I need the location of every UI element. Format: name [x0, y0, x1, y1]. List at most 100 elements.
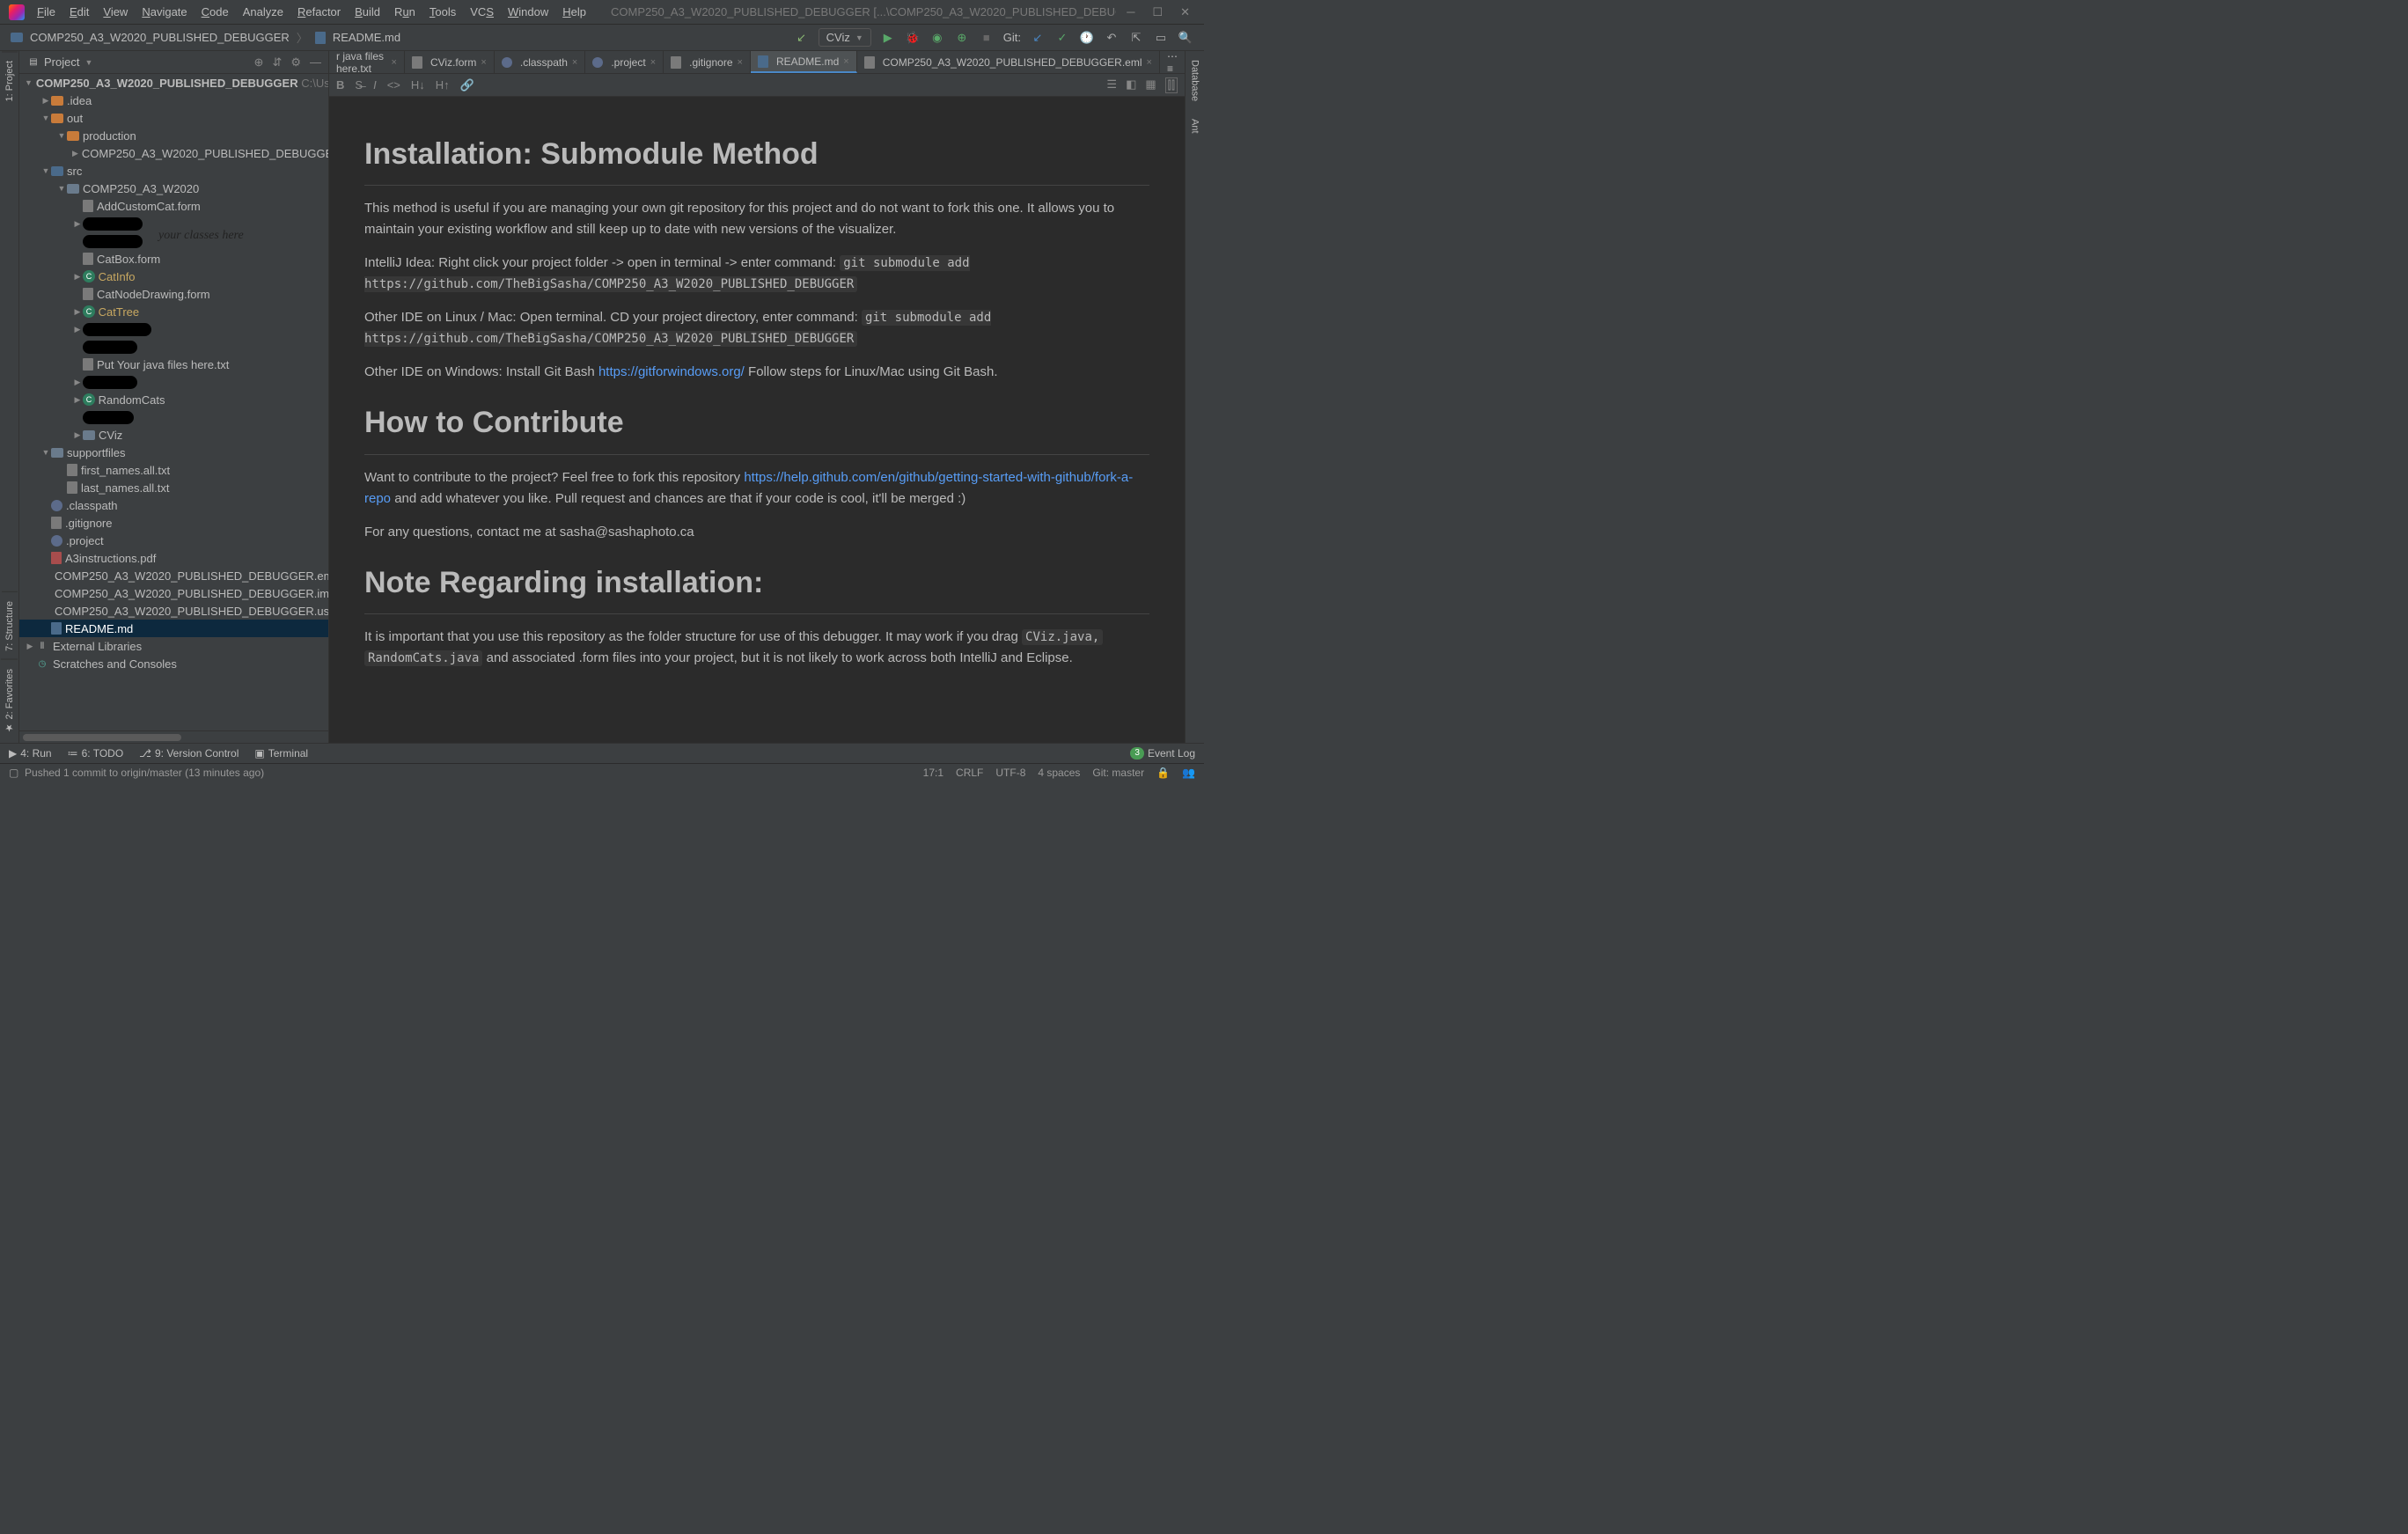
tree-item[interactable]: production [83, 129, 136, 143]
tree-item[interactable]: COMP250_A3_W2020_PUBLISHED_DEBUGGER.user… [55, 605, 328, 618]
breadcrumb-file[interactable]: README.md [310, 29, 406, 46]
editor-tab[interactable]: CViz.form× [405, 51, 495, 73]
git-branch[interactable]: Git: master [1092, 767, 1144, 779]
menu-navigate[interactable]: Navigate [135, 3, 194, 21]
tree-item[interactable]: src [67, 165, 82, 178]
close-tab-icon[interactable]: × [650, 57, 656, 68]
tool-todo-button[interactable]: ≔ 6: TODO [68, 747, 124, 760]
heading-inc-button[interactable]: H↑ [436, 78, 450, 92]
file-encoding[interactable]: UTF-8 [995, 767, 1025, 779]
tree-item[interactable]: CatBox.form [97, 253, 160, 266]
tree-item[interactable]: COMP250_A3_W2020_PUBLISHED_DEBUGGER [82, 147, 328, 160]
debug-icon[interactable]: 🐞 [905, 30, 921, 46]
vcs-update-icon[interactable]: ↙ [794, 30, 810, 46]
chevron-down-icon[interactable]: ▼ [84, 58, 92, 67]
git-rollback-icon[interactable]: ↶ [1104, 30, 1120, 46]
editor-tab-active[interactable]: README.md× [751, 51, 857, 73]
menu-build[interactable]: Build [348, 3, 387, 21]
preview-only-icon[interactable]: ▦ [1145, 77, 1156, 93]
close-tab-icon[interactable]: × [481, 57, 486, 68]
stop-icon[interactable]: ■ [979, 30, 995, 46]
editor-tab[interactable]: .gitignore× [664, 51, 751, 73]
tree-item[interactable]: COMP250_A3_W2020_PUBLISHED_DEBUGGER.eml [55, 569, 328, 583]
tree-item[interactable]: RandomCats [99, 393, 165, 407]
italic-button[interactable]: I [373, 78, 377, 92]
tool-vcs-button[interactable]: ⎇ 9: Version Control [139, 747, 239, 760]
tree-item[interactable]: .idea [67, 94, 92, 107]
view-mode-icon[interactable]: ⫿⫿ [1165, 77, 1178, 93]
tree-item[interactable]: .project [66, 534, 104, 547]
editor-only-icon[interactable]: ☰ [1106, 77, 1117, 93]
link-button[interactable]: 🔗 [460, 78, 474, 92]
close-icon[interactable]: ✕ [1180, 5, 1190, 19]
line-separator[interactable]: CRLF [956, 767, 983, 779]
link[interactable]: https://gitforwindows.org/ [598, 364, 745, 379]
heading-dec-button[interactable]: H↓ [411, 78, 425, 92]
menu-window[interactable]: Window [501, 3, 555, 21]
menu-tools[interactable]: Tools [422, 3, 463, 21]
caret-position[interactable]: 17:1 [923, 767, 943, 779]
event-log-button[interactable]: 3 Event Log [1130, 747, 1195, 760]
tree-item[interactable]: first_names.all.txt [81, 464, 170, 477]
tree-item[interactable]: COMP250_A3_W2020_PUBLISHED_DEBUGGER.iml [55, 587, 328, 600]
tree-item[interactable]: A3instructions.pdf [65, 552, 156, 565]
bold-button[interactable]: B [336, 78, 344, 92]
menu-help[interactable]: Help [555, 3, 593, 21]
close-tab-icon[interactable]: × [572, 57, 577, 68]
project-view-label[interactable]: Project [44, 55, 79, 69]
hide-icon[interactable]: — [310, 55, 321, 70]
close-tab-icon[interactable]: × [738, 57, 743, 68]
git-push-icon[interactable]: ⇱ [1128, 30, 1144, 46]
code-button[interactable]: <> [387, 78, 400, 92]
tree-item[interactable]: last_names.all.txt [81, 481, 169, 495]
editor-tab[interactable]: .project× [585, 51, 664, 73]
git-commit-icon[interactable]: ✓ [1054, 30, 1070, 46]
tree-item[interactable]: Put Your java files here.txt [97, 358, 229, 371]
toolwindow-toggle-icon[interactable]: ▢ [9, 767, 18, 779]
tool-structure-tab[interactable]: 7: Structure [2, 591, 18, 660]
tree-item[interactable]: CViz [99, 429, 122, 442]
editor-tab[interactable]: r java files here.txt× [329, 51, 405, 73]
tree-item[interactable]: out [67, 112, 83, 125]
tool-ant-tab[interactable]: Ant [1187, 110, 1203, 143]
editor-tab[interactable]: .classpath× [495, 51, 585, 73]
tree-item[interactable]: supportfiles [67, 446, 125, 459]
tree-item-selected[interactable]: README.md [19, 620, 328, 637]
menu-refactor[interactable]: Refactor [290, 3, 348, 21]
git-pull-icon[interactable]: ↙ [1030, 30, 1046, 46]
tree-root[interactable]: COMP250_A3_W2020_PUBLISHED_DEBUGGER [36, 77, 298, 90]
run-icon[interactable]: ▶ [880, 30, 896, 46]
ide-settings-icon[interactable]: ▭ [1153, 30, 1169, 46]
breadcrumb-root[interactable]: COMP250_A3_W2020_PUBLISHED_DEBUGGER [5, 29, 295, 46]
tree-item[interactable]: AddCustomCat.form [97, 200, 201, 213]
menu-run[interactable]: Run [387, 3, 422, 21]
strikethrough-button[interactable]: S̶ [355, 78, 363, 92]
profiler-icon[interactable]: ⊕ [954, 30, 970, 46]
menu-code[interactable]: Code [195, 3, 236, 21]
menu-view[interactable]: View [96, 3, 135, 21]
tree-item[interactable]: External Libraries [53, 640, 142, 653]
minimize-icon[interactable]: ─ [1127, 5, 1134, 19]
memory-indicator-icon[interactable]: 👥 [1182, 767, 1195, 779]
menu-file[interactable]: File [30, 3, 62, 21]
close-tab-icon[interactable]: × [392, 57, 397, 68]
close-tab-icon[interactable]: × [843, 56, 848, 67]
search-everywhere-icon[interactable]: 🔍 [1178, 30, 1193, 46]
split-view-icon[interactable]: ◧ [1126, 77, 1136, 93]
tree-item[interactable]: CatTree [99, 305, 139, 319]
tree-item[interactable]: CatNodeDrawing.form [97, 288, 210, 301]
menu-vcs[interactable]: VCS [463, 3, 501, 21]
close-tab-icon[interactable]: × [1147, 57, 1152, 68]
horizontal-scrollbar[interactable] [19, 730, 328, 743]
tool-database-tab[interactable]: Database [1187, 51, 1203, 110]
menu-edit[interactable]: Edit [62, 3, 96, 21]
locate-icon[interactable]: ⊕ [254, 55, 264, 70]
tree-item[interactable]: .classpath [66, 499, 118, 512]
tool-terminal-button[interactable]: ▣ Terminal [254, 747, 308, 760]
indent-settings[interactable]: 4 spaces [1038, 767, 1080, 779]
tree-item[interactable]: COMP250_A3_W2020 [83, 182, 199, 195]
tool-project-tab[interactable]: 1: Project [2, 51, 18, 110]
tree-item[interactable]: CatInfo [99, 270, 136, 283]
editor-tab[interactable]: COMP250_A3_W2020_PUBLISHED_DEBUGGER.eml× [857, 51, 1160, 73]
tree-item[interactable]: .gitignore [65, 517, 112, 530]
